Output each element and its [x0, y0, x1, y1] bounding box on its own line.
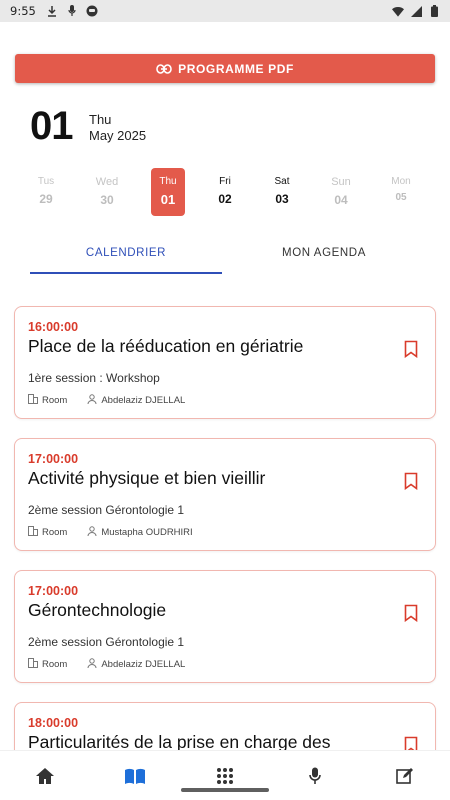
building-icon	[28, 526, 38, 539]
session-speaker: Abdelaziz DJELLAL	[101, 659, 186, 670]
session-name: 2ème session Gérontologie 1	[28, 635, 185, 649]
day-name: Sat	[274, 176, 290, 187]
session-room: Room	[42, 527, 68, 538]
apps-grid-icon[interactable]	[214, 766, 236, 786]
session-room: Room	[42, 659, 68, 670]
signal-icon	[410, 5, 422, 17]
day-name: Fri	[219, 176, 231, 187]
person-icon	[87, 526, 97, 539]
bottom-navigation	[0, 750, 450, 800]
day-name: Mon	[391, 176, 411, 187]
wifi-icon	[392, 5, 404, 17]
day-item[interactable]: Thu 01	[151, 168, 185, 216]
tab-bar: CALENDRIER MON AGENDA	[30, 238, 420, 274]
day-item[interactable]: Sun 04	[324, 168, 358, 216]
session-time: 16:00:00	[28, 320, 79, 334]
day-name: Sun	[331, 176, 351, 188]
session-card[interactable]: 17:00:00 Gérontechnologie 2ème session G…	[14, 570, 436, 683]
status-time: 9:55	[10, 4, 36, 18]
status-bar: 9:55	[0, 0, 450, 22]
gesture-bar	[181, 788, 269, 792]
bookmark-icon[interactable]	[404, 604, 418, 623]
day-number: 01	[160, 192, 176, 207]
day-item[interactable]: Wed 30	[90, 168, 124, 216]
session-title: Activité physique et bien vieillir	[28, 468, 266, 488]
session-time: 17:00:00	[28, 584, 79, 598]
session-speaker: Abdelaziz DJELLAL	[101, 395, 186, 406]
day-number: 03	[275, 192, 289, 206]
home-icon[interactable]	[34, 766, 56, 786]
day-number: 29	[39, 192, 53, 206]
day-selector: Tus 29 Wed 30 Thu 01 Fri 02 Sat 03 Sun 0…	[22, 168, 422, 216]
day-name: Wed	[95, 176, 119, 188]
edit-icon[interactable]	[394, 766, 416, 786]
session-meta: Room Abdelaziz DJELLAL	[28, 394, 185, 407]
day-item[interactable]: Mon 05	[384, 168, 418, 216]
bookmark-icon[interactable]	[404, 340, 418, 359]
selected-date-meta: Thu May 2025	[89, 112, 146, 144]
programme-pdf-button[interactable]: PROGRAMME PDF	[15, 54, 435, 83]
selected-day-number: 01	[30, 104, 73, 148]
session-room: Room	[42, 395, 68, 406]
day-number: 04	[334, 193, 348, 207]
day-number: 05	[395, 192, 407, 203]
session-speaker: Mustapha OUDRHIRI	[101, 527, 193, 538]
building-icon	[28, 394, 38, 407]
microphone-icon[interactable]	[304, 766, 326, 786]
selected-month-year: May 2025	[89, 128, 147, 143]
day-item[interactable]: Tus 29	[29, 168, 63, 216]
day-number: 02	[218, 192, 232, 206]
day-item[interactable]: Sat 03	[265, 168, 299, 216]
tab-calendrier[interactable]: CALENDRIER	[30, 238, 222, 274]
microphone-icon	[66, 5, 78, 17]
programme-pdf-label: PROGRAMME PDF	[178, 61, 294, 76]
session-title: Place de la rééducation en gériatrie	[28, 336, 304, 356]
session-card[interactable]: 17:00:00 Activité physique et bien vieil…	[14, 438, 436, 551]
building-icon	[28, 658, 38, 671]
session-meta: Room Abdelaziz DJELLAL	[28, 658, 185, 671]
session-name: 2ème session Gérontologie 1	[28, 503, 185, 517]
session-time: 18:00:00	[28, 716, 79, 730]
app-status-icon	[86, 5, 98, 17]
person-icon	[87, 394, 97, 407]
session-meta: Room Mustapha OUDRHIRI	[28, 526, 193, 539]
download-icon	[46, 5, 58, 17]
selected-weekday: Thu	[89, 112, 112, 127]
session-card[interactable]: 16:00:00 Place de la rééducation en géri…	[14, 306, 436, 419]
battery-icon	[428, 5, 440, 17]
session-title: Gérontechnologie	[28, 600, 167, 620]
day-name: Tus	[37, 176, 55, 187]
tab-mon-agenda[interactable]: MON AGENDA	[228, 238, 420, 274]
day-item[interactable]: Fri 02	[208, 168, 242, 216]
session-name: 1ère session : Workshop	[28, 371, 160, 385]
day-number: 30	[100, 193, 114, 207]
book-icon[interactable]	[124, 766, 146, 786]
person-icon	[87, 658, 97, 671]
session-time: 17:00:00	[28, 452, 79, 466]
day-name: Thu	[159, 176, 177, 187]
link-icon	[156, 63, 172, 74]
bookmark-icon[interactable]	[404, 472, 418, 491]
